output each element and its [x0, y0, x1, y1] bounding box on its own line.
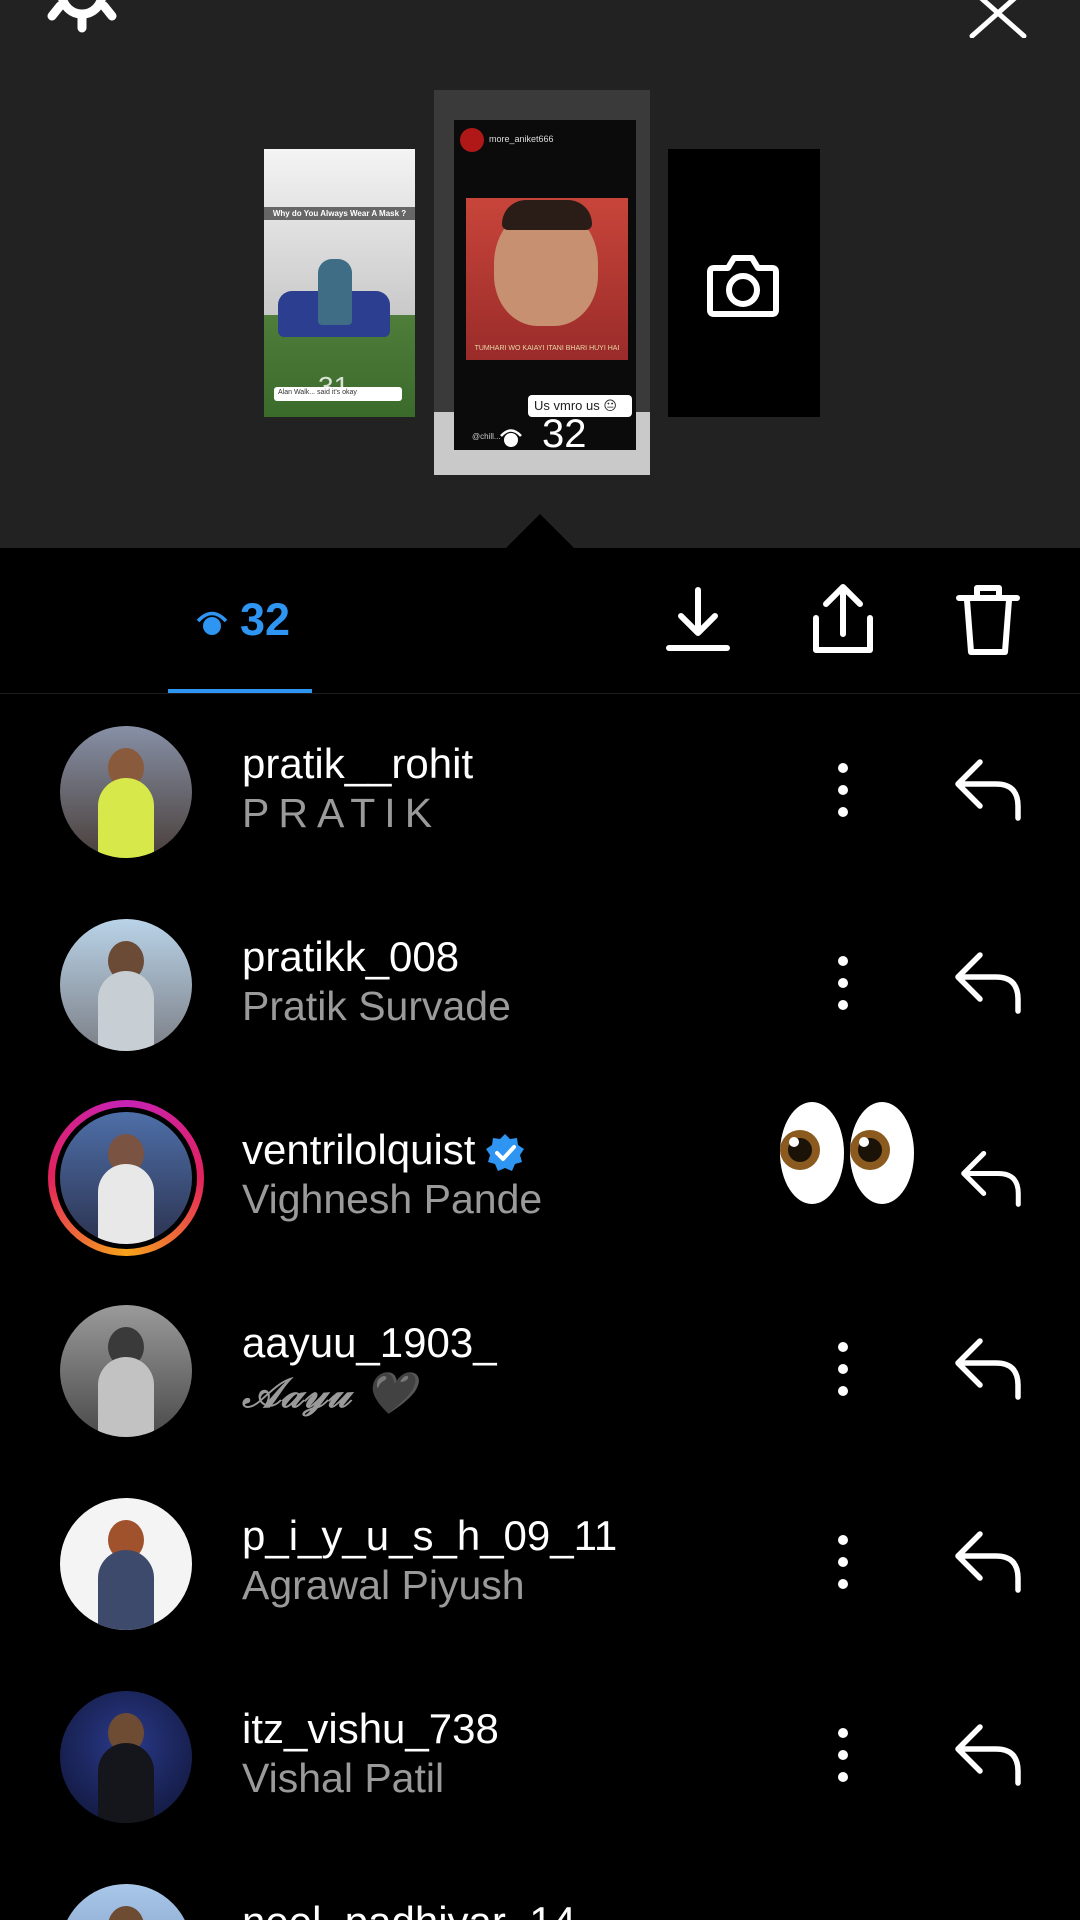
- viewer-row[interactable]: pratik__rohit PRATIK: [0, 726, 1080, 919]
- avatar-body: [98, 1550, 154, 1630]
- story-author-avatar: [460, 128, 484, 152]
- eye-icon: [500, 429, 522, 447]
- eye-icon: [196, 611, 228, 635]
- viewer-row[interactable]: neel_padhiyar_14: [0, 1884, 1080, 1920]
- avatar[interactable]: [60, 1498, 192, 1630]
- viewer-row[interactable]: pratikk_008 Pratik Survade: [0, 919, 1080, 1112]
- trash-icon[interactable]: [953, 582, 1023, 658]
- viewer-username[interactable]: pratikk_008: [242, 933, 459, 981]
- viewer-row[interactable]: ventrilolquist Vighnesh Pande: [0, 1100, 1080, 1305]
- viewer-full-name: Pratik Survade: [242, 983, 511, 1029]
- viewer-row[interactable]: aayuu_1903_ 𝒜𝒶𝓎𝓊 🖤: [0, 1305, 1080, 1498]
- more-options-icon[interactable]: [826, 953, 860, 1013]
- more-options-icon[interactable]: [826, 760, 860, 820]
- story-toolbar: 32: [0, 548, 1080, 693]
- avatar-body: [98, 1357, 154, 1437]
- avatar-head: [108, 1906, 144, 1920]
- selection-pointer: [506, 514, 574, 548]
- more-options-icon[interactable]: [826, 1532, 860, 1592]
- viewer-username[interactable]: pratik__rohit: [242, 740, 473, 788]
- avatar-body: [98, 1743, 154, 1823]
- viewer-username-text: ventrilolquist: [242, 1126, 476, 1173]
- eyes-emoji-reaction: [780, 1102, 914, 1204]
- avatar[interactable]: [60, 919, 192, 1051]
- viewer-username[interactable]: p_i_y_u_s_h_09_11: [242, 1512, 617, 1560]
- viewer-username[interactable]: aayuu_1903_: [242, 1319, 497, 1367]
- viewer-full-name: Vishal Patil: [242, 1755, 445, 1801]
- avatar-body: [98, 1164, 154, 1244]
- camera-icon[interactable]: [704, 248, 782, 320]
- share-icon[interactable]: [808, 582, 878, 658]
- reply-icon[interactable]: [952, 1335, 1024, 1401]
- avatar[interactable]: [60, 1691, 192, 1823]
- avatar[interactable]: [60, 1112, 192, 1244]
- viewer-row[interactable]: itz_vishu_738 Vishal Patil: [0, 1691, 1080, 1884]
- reply-icon[interactable]: [952, 949, 1024, 1015]
- reply-icon[interactable]: [958, 1148, 1024, 1208]
- avatar[interactable]: [60, 726, 192, 858]
- story-thumbnail-previous[interactable]: Why do You Always Wear A Mask ? 31 Alan …: [264, 149, 415, 417]
- reply-icon[interactable]: [952, 756, 1024, 822]
- download-icon[interactable]: [663, 582, 733, 658]
- verified-badge-icon: [486, 1133, 525, 1171]
- story-sticker: Alan Walk... said it's okay: [274, 387, 402, 401]
- story-image-subtitle: TUMHARI WO KAIAYI ITANI BHARI HUYI HAI: [474, 345, 620, 352]
- toolbar-divider: [0, 693, 1080, 694]
- reply-icon[interactable]: [952, 1528, 1024, 1594]
- story-preview-area: Why do You Always Wear A Mask ? 31 Alan …: [0, 0, 1080, 548]
- avatar-body: [98, 971, 154, 1051]
- close-icon[interactable]: [966, 0, 1036, 38]
- viewer-full-name: Agrawal Piyush: [242, 1562, 525, 1608]
- avatar[interactable]: [60, 1884, 192, 1920]
- more-options-icon[interactable]: [826, 1339, 860, 1399]
- viewer-username[interactable]: itz_vishu_738: [242, 1705, 499, 1753]
- viewer-username[interactable]: neel_padhiyar_14: [242, 1898, 576, 1920]
- story-handle: @chill...: [472, 432, 501, 441]
- viewer-full-name: PRATIK: [242, 790, 442, 836]
- viewer-row[interactable]: p_i_y_u_s_h_09_11 Agrawal Piyush: [0, 1498, 1080, 1691]
- more-options-icon[interactable]: [826, 1725, 860, 1785]
- avatar-body: [98, 778, 154, 858]
- hair-image: [502, 200, 592, 230]
- story-view-count-current: 32: [542, 412, 587, 456]
- story-shared-image: TUMHARI WO KAIAYI ITANI BHARI HUYI HAI: [466, 198, 628, 360]
- viewer-full-name: Vighnesh Pande: [242, 1176, 543, 1222]
- person-image: [318, 259, 352, 325]
- story-caption: Why do You Always Wear A Mask ?: [264, 207, 415, 220]
- story-author-username: more_aniket666: [489, 134, 554, 144]
- viewer-username[interactable]: ventrilolquist: [242, 1126, 525, 1174]
- settings-icon[interactable]: [46, 0, 118, 38]
- viewer-full-name: 𝒜𝒶𝓎𝓊 🖤: [242, 1369, 416, 1417]
- viewer-count: 32: [240, 594, 291, 645]
- avatar[interactable]: [60, 1305, 192, 1437]
- reply-icon[interactable]: [952, 1721, 1024, 1787]
- tab-viewers[interactable]: 32: [168, 548, 312, 693]
